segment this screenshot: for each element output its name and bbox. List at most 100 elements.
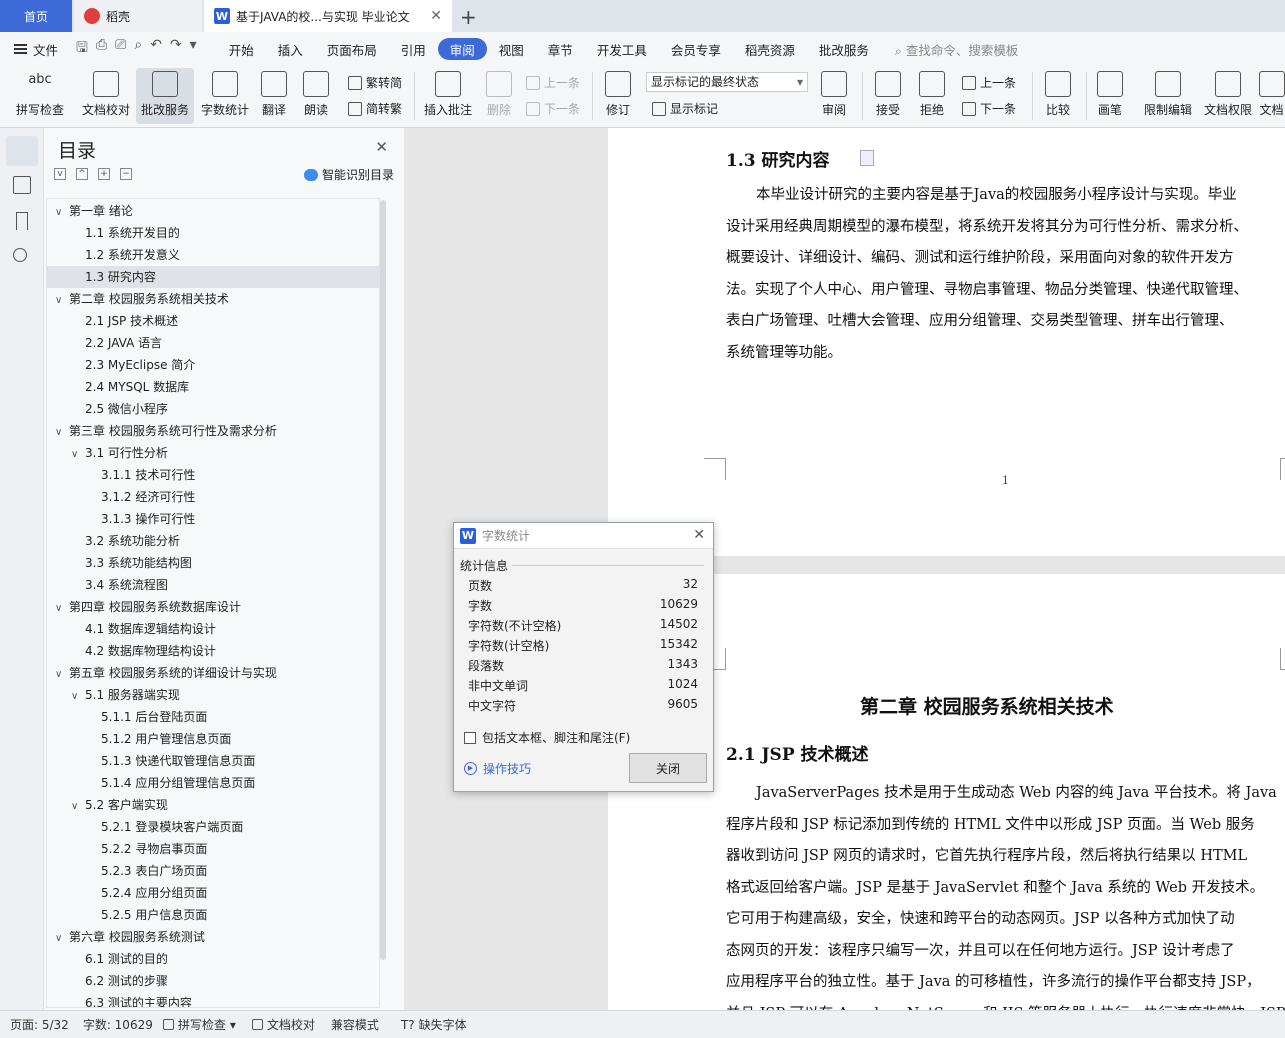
toc-item[interactable]: 6.2 测试的步骤: [47, 970, 379, 992]
toc-item[interactable]: ∨ 5.2 客户端实现: [47, 794, 379, 816]
remove-heading-icon[interactable]: −: [120, 168, 132, 180]
undo-icon[interactable]: ↶: [150, 37, 162, 61]
bookmark-icon[interactable]: [16, 212, 28, 230]
spell-check-status[interactable]: 拼写检查 ▾: [162, 1016, 236, 1033]
menu-tab[interactable]: 批改服务: [807, 38, 881, 60]
smart-toc-button[interactable]: 智能识别目录: [303, 166, 394, 183]
toc-item[interactable]: 3.3 系统功能结构图: [47, 552, 379, 574]
toc-item[interactable]: 3.1.1 技术可行性: [47, 464, 379, 486]
tab-home[interactable]: 首页: [0, 0, 72, 32]
menu-tab[interactable]: 开发工具: [585, 38, 659, 60]
doc-more-button[interactable]: 文档: [1258, 68, 1285, 124]
file-menu-button[interactable]: 文件: [14, 40, 58, 59]
toc-item[interactable]: ∨ 第五章 校园服务系统的详细设计与实现: [47, 662, 379, 684]
track-changes-button[interactable]: 修订: [598, 68, 638, 124]
export-icon[interactable]: ⎙: [96, 37, 107, 61]
toc-item[interactable]: 3.2 系统功能分析: [47, 530, 379, 552]
reject-button[interactable]: 拒绝: [912, 68, 952, 124]
toc-nav-icon[interactable]: [6, 136, 38, 166]
revise-service-button[interactable]: 批改服务: [136, 68, 194, 124]
search-icon[interactable]: [13, 248, 27, 262]
toc-item[interactable]: 4.1 数据库逻辑结构设计: [47, 618, 379, 640]
chevron-down-icon[interactable]: ∨: [55, 928, 69, 950]
next-change-button[interactable]: 下一条: [962, 100, 1016, 117]
chevron-down-icon[interactable]: ∨: [55, 598, 69, 620]
tab-daoke[interactable]: 稻壳: [74, 0, 202, 32]
missing-font-status[interactable]: T? 缺失字体: [401, 1016, 467, 1033]
toc-scrollbar[interactable]: [380, 200, 386, 960]
close-dialog-button[interactable]: 关闭: [629, 753, 707, 783]
toc-item[interactable]: 6.3 测试的主要内容: [47, 992, 379, 1007]
accept-button[interactable]: 接受: [868, 68, 908, 124]
chevron-down-icon[interactable]: ∨: [71, 686, 85, 708]
doc-rights-button[interactable]: 文档权限: [1200, 68, 1256, 124]
toc-item[interactable]: 2.3 MyEclipse 简介: [47, 354, 379, 376]
chapter-nav-icon[interactable]: [13, 176, 31, 194]
toc-item[interactable]: 2.1 JSP 技术概述: [47, 310, 379, 332]
prev-change-button[interactable]: 上一条: [962, 74, 1016, 91]
word-count-indicator[interactable]: 字数: 10629: [83, 1016, 153, 1033]
toc-item[interactable]: 5.1.1 后台登陆页面: [47, 706, 379, 728]
trad-to-simp-button[interactable]: 繁转简: [348, 74, 402, 91]
pen-button[interactable]: 画笔: [1092, 68, 1128, 124]
toc-item[interactable]: ∨ 第六章 校园服务系统测试: [47, 926, 379, 948]
print-icon[interactable]: ⎚: [115, 37, 126, 61]
redo-icon[interactable]: ↷: [170, 37, 182, 61]
paragraph-menu-icon[interactable]: [860, 150, 874, 166]
chevron-down-icon[interactable]: ∨: [71, 444, 85, 466]
collapse-all-icon[interactable]: v: [54, 168, 66, 180]
toc-item[interactable]: 5.1.4 应用分组管理信息页面: [47, 772, 379, 794]
toc-item[interactable]: 5.2.2 寻物启事页面: [47, 838, 379, 860]
toc-item[interactable]: ∨ 第三章 校园服务系统可行性及需求分析: [47, 420, 379, 442]
expand-all-icon[interactable]: ^: [76, 168, 88, 180]
compare-button[interactable]: 比较: [1038, 68, 1078, 124]
menu-tab[interactable]: 引用: [389, 38, 438, 60]
show-markup-button[interactable]: 显示标记: [652, 100, 718, 117]
toc-item[interactable]: 5.2.5 用户信息页面: [47, 904, 379, 926]
tips-link[interactable]: ▶ 操作技巧: [464, 760, 531, 777]
insert-comment-button[interactable]: 插入批注: [420, 68, 476, 124]
toc-item[interactable]: ∨ 第一章 绪论: [47, 200, 379, 222]
menu-tab[interactable]: 稻壳资源: [733, 38, 807, 60]
preview-icon[interactable]: ⌕: [134, 37, 142, 61]
toc-item[interactable]: ∨ 3.1 可行性分析: [47, 442, 379, 464]
toc-item[interactable]: 5.2.3 表白广场页面: [47, 860, 379, 882]
toc-item[interactable]: 5.1.3 快递代取管理信息页面: [47, 750, 379, 772]
proofread-status[interactable]: 文档校对: [251, 1016, 315, 1033]
menu-tab[interactable]: 视图: [487, 38, 536, 60]
toc-item[interactable]: 1.3 研究内容: [47, 266, 379, 288]
chevron-down-icon[interactable]: ∨: [55, 290, 69, 312]
new-tab-icon[interactable]: +: [460, 5, 477, 29]
prev-comment-button[interactable]: 上一条: [526, 74, 580, 91]
read-aloud-button[interactable]: 朗读: [298, 68, 334, 124]
markup-state-select[interactable]: 显示标记的最终状态: [646, 72, 808, 92]
save-icon[interactable]: 🖫: [76, 37, 88, 61]
menu-tab[interactable]: 插入: [266, 38, 315, 60]
menu-tab[interactable]: 页面布局: [315, 38, 389, 60]
toc-item[interactable]: 6.1 测试的目的: [47, 948, 379, 970]
toc-item[interactable]: ∨ 第四章 校园服务系统数据库设计: [47, 596, 379, 618]
toc-item[interactable]: ∨ 第二章 校园服务系统相关技术: [47, 288, 379, 310]
menu-tab[interactable]: 章节: [536, 38, 585, 60]
translate-button[interactable]: 翻译: [256, 68, 292, 124]
delete-comment-button[interactable]: 删除: [480, 68, 518, 124]
add-heading-icon[interactable]: +: [98, 168, 110, 180]
spell-check-button[interactable]: abc 拼写检查: [8, 68, 72, 124]
proofread-button[interactable]: 文档校对: [78, 68, 134, 124]
toc-item[interactable]: 5.2.4 应用分组页面: [47, 882, 379, 904]
word-count-button[interactable]: 字数统计: [198, 68, 252, 124]
toc-item[interactable]: 2.2 JAVA 语言: [47, 332, 379, 354]
toc-item[interactable]: 5.1.2 用户管理信息页面: [47, 728, 379, 750]
close-icon[interactable]: ✕: [693, 527, 705, 543]
chevron-down-icon[interactable]: ∨: [55, 202, 69, 224]
toc-item[interactable]: 3.4 系统流程图: [47, 574, 379, 596]
close-tab-icon[interactable]: ✕: [430, 8, 442, 24]
toc-item[interactable]: 1.2 系统开发意义: [47, 244, 379, 266]
command-search[interactable]: ⌕ 查找命令、搜索模板: [895, 40, 1019, 59]
menu-tab[interactable]: 会员专享: [659, 38, 733, 60]
next-comment-button[interactable]: 下一条: [526, 100, 580, 117]
close-icon[interactable]: ✕: [375, 138, 388, 156]
toc-item[interactable]: 1.1 系统开发目的: [47, 222, 379, 244]
review-pane-button[interactable]: 审阅: [814, 68, 854, 124]
toc-item[interactable]: 2.5 微信小程序: [47, 398, 379, 420]
